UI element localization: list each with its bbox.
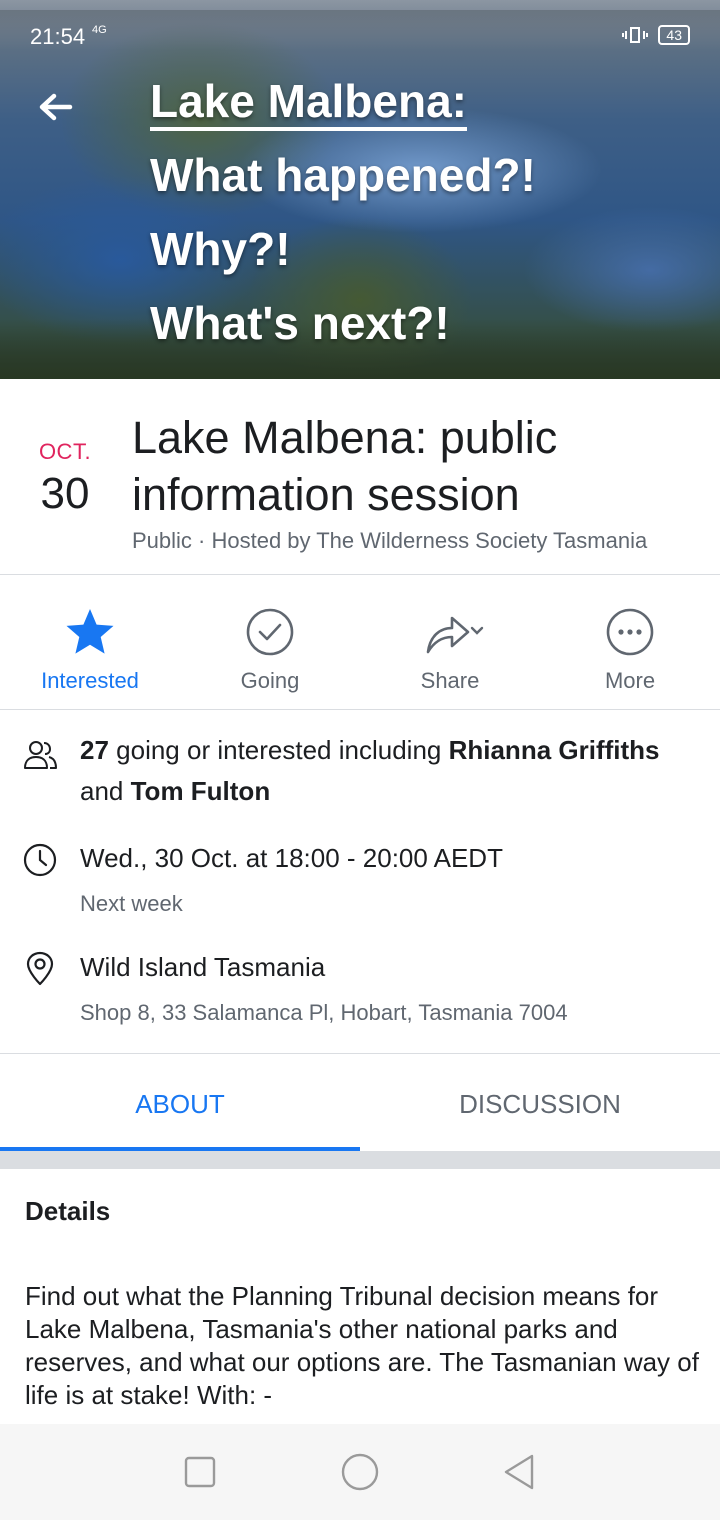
interested-label: Interested xyxy=(41,668,139,693)
interested-button[interactable]: Interested xyxy=(0,576,180,709)
details-body: Find out what the Planning Tribunal deci… xyxy=(25,1281,699,1410)
more-button[interactable]: More xyxy=(540,576,720,709)
tab-discussion[interactable]: DISCUSSION xyxy=(360,1055,720,1151)
home-button-icon[interactable] xyxy=(336,1448,384,1496)
event-day: 30 xyxy=(40,469,90,518)
check-circle-icon xyxy=(246,608,294,656)
back-arrow-icon[interactable] xyxy=(34,86,78,130)
going-button[interactable]: Going xyxy=(180,576,360,709)
share-icon xyxy=(426,616,484,654)
event-host-line[interactable]: Public · Hosted by The Wilderness Societ… xyxy=(132,528,647,554)
star-icon xyxy=(66,609,114,654)
event-title: Lake Malbena: public information session xyxy=(132,412,558,520)
network-indicator: 4G xyxy=(92,24,107,36)
event-cover-image[interactable]: 21:54 4G 43 Lake Malbena: What happened?… xyxy=(0,0,720,379)
event-time: Wed., 30 Oct. at 18:00 - 20:00 AEDT xyxy=(80,843,503,873)
cover-title-line-4: What's next?! xyxy=(150,297,450,349)
event-actions: Interested Going Share More xyxy=(0,576,720,710)
cover-title: Lake Malbena: What happened?! Why?! What… xyxy=(150,64,536,360)
location-name: Wild Island Tasmania xyxy=(80,952,326,982)
attendee-1[interactable]: Rhianna Griffiths xyxy=(449,735,660,765)
status-bar: 21:54 4G 43 xyxy=(0,0,720,72)
event-time-relative: Next week xyxy=(80,891,183,916)
cover-title-line-3: Why?! xyxy=(150,223,291,275)
share-button[interactable]: Share xyxy=(360,576,540,709)
recents-button-icon[interactable] xyxy=(176,1448,224,1496)
attendance-count: 27 xyxy=(80,735,109,765)
going-label: Going xyxy=(240,668,300,693)
location-pin-icon xyxy=(26,951,54,986)
more-label: More xyxy=(604,668,656,693)
battery-icon: 43 xyxy=(658,25,690,45)
details-heading: Details xyxy=(25,1196,111,1226)
event-info: 27 going or interested including Rhianna… xyxy=(0,710,720,1054)
section-divider xyxy=(0,1151,720,1169)
clock-icon xyxy=(23,843,57,877)
tab-about[interactable]: ABOUT xyxy=(0,1055,360,1151)
event-month: OCT. xyxy=(38,439,92,464)
attendance-text: 27 going or interested including Rhianna… xyxy=(80,730,700,812)
more-icon xyxy=(606,608,654,656)
event-header: OCT. 30 Lake Malbena: public information… xyxy=(0,379,720,575)
time-text: Wed., 30 Oct. at 18:00 - 20:00 AEDT Next… xyxy=(80,838,700,917)
attendee-2[interactable]: Tom Fulton xyxy=(131,776,271,806)
cover-title-line-2: What happened?! xyxy=(150,149,536,201)
location-address: Shop 8, 33 Salamanca Pl, Hobart, Tasmani… xyxy=(80,1000,568,1025)
status-time: 21:54 xyxy=(30,24,86,49)
back-button-icon[interactable] xyxy=(496,1448,544,1496)
status-icons: 43 xyxy=(622,24,690,46)
people-icon xyxy=(24,741,57,769)
event-tabs: ABOUT DISCUSSION xyxy=(0,1055,720,1151)
attendance-text-and: and xyxy=(80,776,131,806)
vibrate-icon xyxy=(622,27,649,43)
location-text: Wild Island Tasmania Shop 8, 33 Salamanc… xyxy=(80,947,700,1026)
share-label: Share xyxy=(420,668,480,693)
system-nav-bar xyxy=(0,1424,720,1520)
attendance-text-before: going or interested including xyxy=(108,735,449,765)
cover-title-line-1: Lake Malbena: xyxy=(150,75,467,131)
